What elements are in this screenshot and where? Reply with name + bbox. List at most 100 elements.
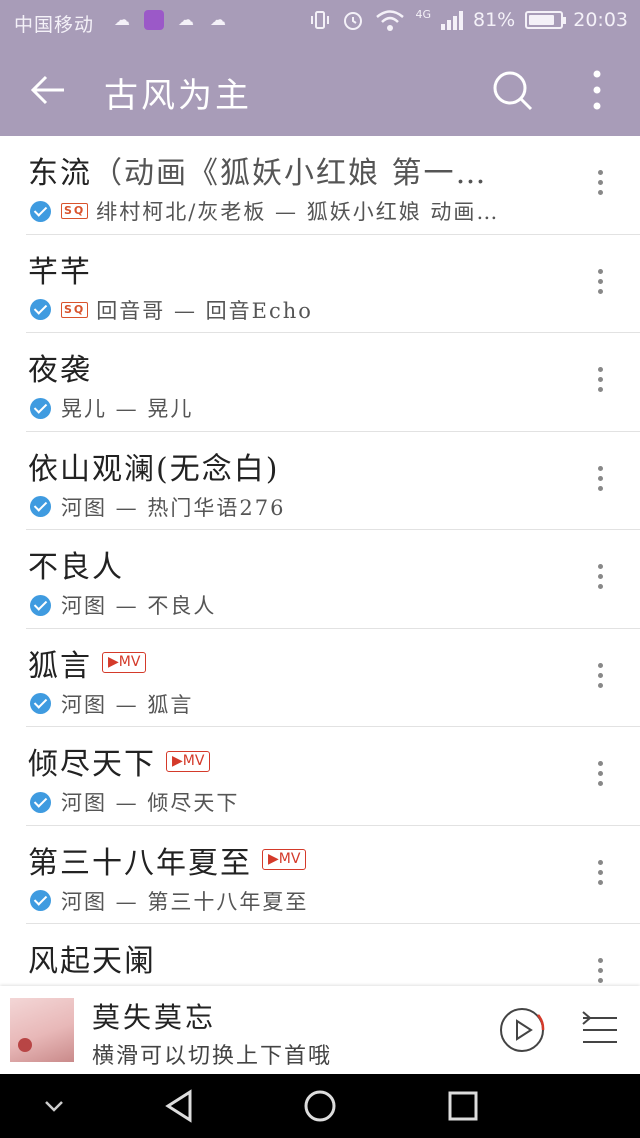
song-title: 依山观澜(无念白): [28, 451, 280, 487]
song-more-icon[interactable]: [596, 761, 604, 789]
song-title-line: 第三十八年夏至 ▶MV: [28, 838, 307, 882]
now-playing-hint: 横滑可以切换上下首哦: [92, 1044, 333, 1069]
song-more-icon[interactable]: [596, 662, 604, 691]
downloaded-check-icon: [30, 200, 51, 222]
song-title-line: 不良人: [28, 542, 124, 586]
song-title: 第三十八年夏至: [28, 845, 252, 881]
now-playing-title: 莫失莫忘: [92, 1001, 217, 1034]
song-list: 东流 （动画《狐妖小红娘 第一… SQ 绯村柯北/灰老板 — 狐妖小红娘 动画… 芊芊 S…: [0, 136, 640, 986]
mv-badge-label: MV: [118, 654, 141, 670]
song-subtitle-line: 河图 — 狐言: [30, 689, 193, 719]
song-more-icon[interactable]: [596, 564, 604, 592]
now-playing-bar[interactable]: 莫失莫忘 横滑可以切换上下首哦: [0, 986, 640, 1074]
sq-quality-badge: SQ: [61, 203, 89, 219]
downloaded-check-icon: [30, 791, 51, 813]
song-title-line: 芊芊: [28, 247, 92, 291]
song-row[interactable]: 风起天阑: [26, 924, 640, 986]
song-title-extra: （动画《狐妖小红娘 第一…: [92, 156, 488, 191]
song-title-line: 风起天阑: [28, 936, 156, 980]
app-notification-icon: ☁: [210, 10, 226, 29]
page-title: 古风为主: [104, 76, 252, 116]
song-title: 狐言: [28, 648, 92, 684]
song-more-icon[interactable]: [596, 268, 604, 297]
song-title-line: 依山观澜(无念白): [28, 444, 279, 488]
downloaded-check-icon: [30, 594, 51, 616]
song-subtitle-line: 河图 — 第三十八年夏至: [30, 886, 308, 916]
song-title: 东流: [28, 156, 92, 191]
song-row[interactable]: 东流 （动画《狐妖小红娘 第一… SQ 绯村柯北/灰老板 — 狐妖小红娘 动画…: [26, 136, 640, 235]
song-title: 不良人: [28, 550, 124, 585]
song-more-icon[interactable]: [596, 958, 604, 986]
song-more-icon[interactable]: [596, 367, 604, 395]
back-arrow-icon[interactable]: [28, 70, 68, 110]
mv-badge-label: MV: [278, 851, 301, 867]
home-nav-icon[interactable]: [302, 1088, 338, 1124]
album-cover[interactable]: [10, 998, 74, 1062]
playlist-queue-icon[interactable]: [580, 1010, 620, 1050]
vibrate-icon: [311, 11, 330, 29]
gallery-notification-icon: [144, 10, 164, 30]
song-subtitle-line: 河图 — 热门华语276: [30, 492, 285, 522]
notification-icons: ☁ ☁ ☁: [112, 10, 228, 30]
song-subtitle-line: 河图 — 倾尽天下: [30, 787, 239, 817]
downloaded-check-icon: [30, 496, 51, 517]
song-row[interactable]: 夜袭晃儿 — 晃儿: [26, 333, 640, 432]
battery-percent: 81%: [473, 9, 516, 31]
downloaded-check-icon: [30, 693, 51, 714]
app-notification-icon: ☁: [114, 10, 130, 29]
song-title-line: 夜袭: [28, 345, 92, 389]
downloaded-check-icon: [30, 299, 51, 320]
song-artist-album: 河图 — 狐言: [61, 692, 194, 717]
song-row[interactable]: 倾尽天下 ▶MV 河图 — 倾尽天下: [26, 727, 640, 826]
song-subtitle-line: 晃儿 — 晃儿: [30, 393, 193, 423]
song-artist-album: 河图 — 热门华语276: [61, 495, 286, 520]
network-type: 4G: [415, 8, 431, 21]
song-title: 风起天阑: [28, 944, 156, 979]
battery-icon: [525, 11, 567, 29]
song-artist-album: 回音哥 — 回音Echo: [96, 298, 313, 323]
mv-badge[interactable]: ▶MV: [102, 652, 147, 673]
song-title-line: 倾尽天下 ▶MV: [28, 739, 211, 783]
mv-badge[interactable]: ▶MV: [166, 750, 211, 772]
song-artist-album: 河图 — 第三十八年夏至: [61, 889, 309, 914]
clock: 20:03: [573, 9, 628, 31]
system-nav-bar: [0, 1074, 640, 1138]
song-row[interactable]: 狐言 ▶MV 河图 — 狐言: [26, 629, 640, 727]
song-subtitle-line: 河图 — 不良人: [30, 590, 216, 620]
recents-nav-icon[interactable]: [446, 1088, 480, 1124]
wifi-icon: [376, 10, 405, 31]
downloaded-check-icon: [30, 890, 51, 911]
downloaded-check-icon: [30, 397, 51, 419]
song-row[interactable]: 依山观澜(无念白) 河图 — 热门华语276: [26, 432, 640, 530]
song-subtitle-line: SQ 绯村柯北/灰老板 — 狐妖小红娘 动画…: [30, 196, 499, 226]
song-title: 夜袭: [28, 353, 92, 388]
more-options-icon[interactable]: [582, 68, 612, 112]
song-title: 芊芊: [28, 254, 92, 290]
song-more-icon[interactable]: [596, 859, 604, 888]
search-icon[interactable]: [490, 68, 534, 112]
song-row[interactable]: 第三十八年夏至 ▶MV 河图 — 第三十八年夏至: [26, 826, 640, 924]
status-bar: 中国移动 ☁ ☁ ☁ 4G 81% 20:03: [0, 0, 640, 44]
alarm-icon: [344, 12, 363, 30]
mv-badge-label: MV: [182, 752, 205, 769]
app-bar: 古风为主: [0, 44, 640, 136]
song-title: 倾尽天下: [28, 747, 156, 782]
song-subtitle-line: SQ 回音哥 — 回音Echo: [30, 295, 313, 325]
song-row[interactable]: 芊芊 SQ 回音哥 — 回音Echo: [26, 235, 640, 333]
app-notification-icon: ☁: [178, 10, 194, 29]
song-artist-album: 河图 — 不良人: [61, 594, 217, 618]
sq-quality-badge: SQ: [61, 301, 89, 318]
song-row[interactable]: 不良人河图 — 不良人: [26, 530, 640, 629]
song-more-icon[interactable]: [596, 170, 604, 198]
song-title-line: 狐言 ▶MV: [28, 641, 147, 685]
song-artist-album: 绯村柯北/灰老板 — 狐妖小红娘 动画…: [96, 200, 500, 224]
play-icon[interactable]: [498, 1006, 546, 1054]
carrier-name: 中国移动: [14, 14, 95, 36]
signal-icon: [441, 10, 463, 30]
song-more-icon[interactable]: [596, 465, 604, 494]
mv-badge[interactable]: ▶MV: [262, 849, 307, 870]
hide-nav-chevron-icon[interactable]: [42, 1096, 66, 1116]
song-artist-album: 晃儿 — 晃儿: [61, 397, 194, 421]
song-title-line: 东流 （动画《狐妖小红娘 第一…: [28, 148, 488, 192]
back-nav-icon[interactable]: [162, 1088, 196, 1124]
